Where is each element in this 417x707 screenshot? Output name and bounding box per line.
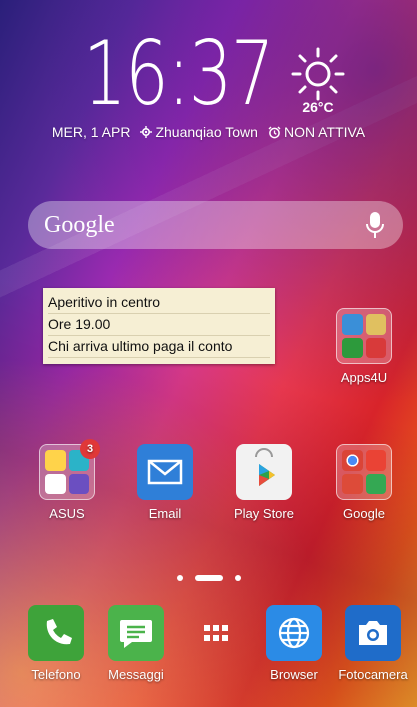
alarm-label: NON ATTIVA — [283, 124, 366, 140]
sun-icon — [291, 47, 345, 101]
phone-icon — [28, 605, 84, 661]
app-label: Fotocamera — [338, 667, 408, 682]
weather-widget[interactable]: 26°C — [288, 46, 348, 115]
notification-badge: 3 — [80, 439, 100, 459]
chrome-icon — [342, 450, 363, 471]
folder-asus[interactable]: 3 ASUS — [27, 439, 107, 521]
app-email[interactable]: Email — [125, 444, 205, 521]
tasks-app-icon — [68, 473, 89, 494]
weather-app-icon — [45, 450, 66, 471]
gmail-icon — [365, 450, 386, 471]
memo-line: Aperitivo in centro — [48, 292, 270, 314]
status-info-line: MER, 1 APR Zhuanqiao Town NON ATTIVA — [0, 124, 417, 140]
app-label: Telefono — [31, 667, 81, 682]
maps-icon — [365, 473, 386, 494]
app-label: Browser — [270, 667, 318, 682]
folder-icon — [336, 444, 392, 500]
page-dot[interactable] — [176, 575, 183, 581]
microphone-icon[interactable] — [365, 211, 385, 239]
app-drawer-button[interactable] — [176, 605, 256, 667]
globe-icon — [266, 605, 322, 661]
app-label: Play Store — [234, 506, 294, 521]
date-label: MER, 1 APR — [51, 124, 131, 140]
memo-line: Chi arriva ultimo paga il conto — [48, 336, 270, 358]
calendar-app-icon — [45, 473, 66, 494]
google-plus-icon — [342, 473, 363, 494]
location[interactable]: Zhuanqiao Town — [140, 124, 258, 140]
alarm-clock-icon — [268, 126, 281, 138]
play-store-icon — [236, 444, 292, 500]
folder-icon: 3 — [39, 439, 100, 500]
folder-label: Apps4U — [340, 370, 388, 385]
folder-label: ASUS — [49, 506, 85, 521]
app-label: Email — [148, 506, 182, 521]
folder-apps4u[interactable]: Apps4U — [324, 308, 404, 385]
alarm[interactable]: NON ATTIVA — [268, 124, 365, 140]
page-indicator[interactable] — [0, 575, 417, 581]
folder-google[interactable]: Google — [324, 444, 404, 521]
folder-label: Google — [343, 506, 385, 521]
dock-camera[interactable]: Fotocamera — [333, 605, 413, 682]
envelope-icon — [137, 444, 193, 500]
folder-icon — [336, 308, 392, 364]
app-label: Messaggi — [108, 667, 164, 682]
google-search-bar[interactable]: Google — [28, 201, 403, 249]
app-play-store[interactable]: Play Store — [224, 444, 304, 521]
search-label: Google — [44, 211, 115, 238]
tripadvisor-icon — [342, 337, 363, 358]
location-icon — [140, 126, 153, 138]
page-dot-active[interactable] — [194, 575, 223, 581]
memo-widget[interactable]: Aperitivo in centro Ore 19.00 Chi arriva… — [43, 288, 275, 364]
message-icon — [108, 605, 164, 661]
game2-app-icon — [365, 337, 386, 358]
dock-messages[interactable]: Messaggi — [96, 605, 176, 682]
page-dot[interactable] — [234, 575, 241, 581]
memo-line: Ore 19.00 — [48, 314, 270, 336]
dock-browser[interactable]: Browser — [254, 605, 334, 682]
camera-icon — [345, 605, 401, 661]
game-app-icon — [365, 314, 386, 335]
location-label: Zhuanqiao Town — [155, 124, 258, 140]
cleaner-app-icon — [342, 314, 363, 335]
app-grid-icon — [188, 605, 244, 661]
dock-phone[interactable]: Telefono — [16, 605, 96, 682]
